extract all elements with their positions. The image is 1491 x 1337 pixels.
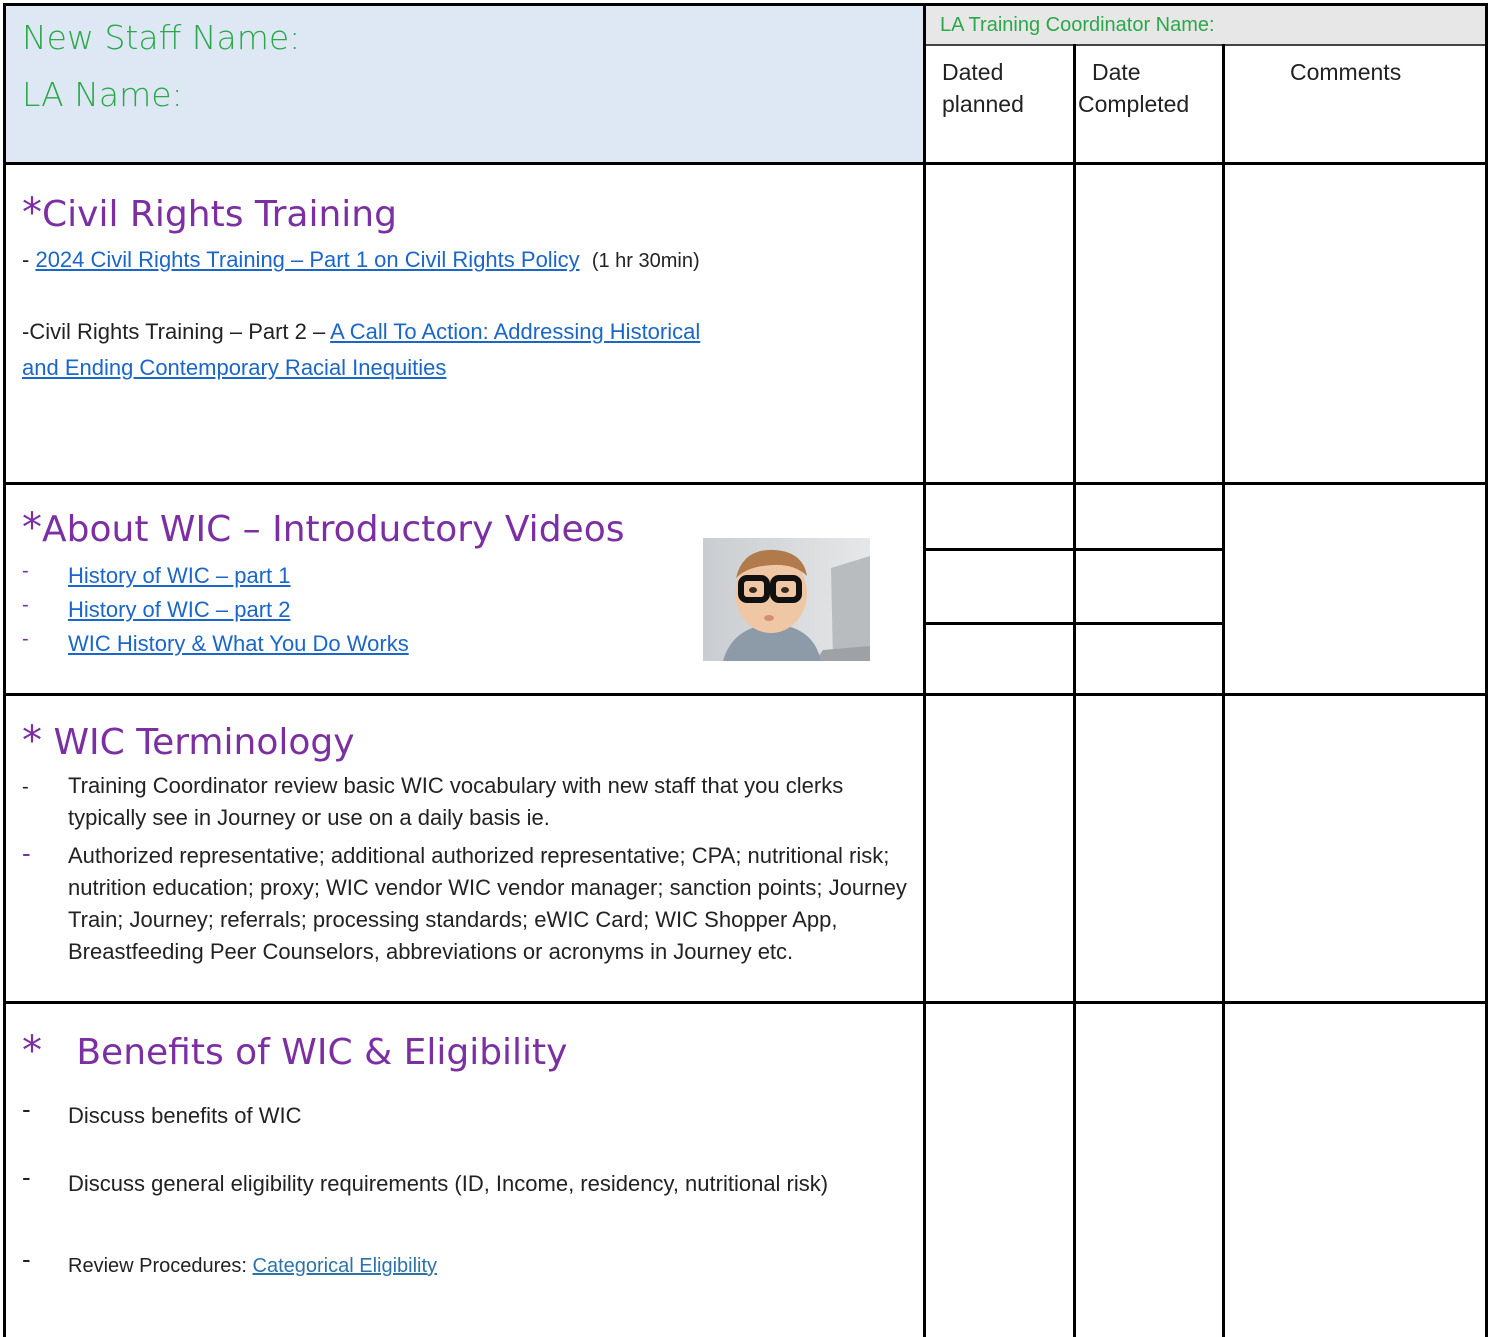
about-wic-title: *About WIC – Introductory Videos [22, 505, 625, 551]
dash-marker: - [22, 1162, 31, 1192]
wic-history-works-link[interactable]: WIC History & What You Do Works [68, 631, 409, 656]
about-wic-link-3-row: WIC History & What You Do Works [68, 628, 409, 660]
benefits-item-3: Review Procedures: Categorical Eligibili… [68, 1255, 438, 1277]
dash-marker: - [22, 1244, 31, 1274]
about-wic-link-1-row: History of WIC – part 1 [68, 560, 291, 592]
col-header-dated: Dated [942, 59, 1004, 85]
dash-marker: - [22, 628, 29, 650]
civil-rights-part2-link-cont[interactable]: and Ending Contemporary Racial Inequitie… [22, 355, 446, 380]
terminology-item-2: Authorized representative; additional au… [68, 843, 907, 964]
civil-rights-part2-link[interactable]: A Call To Action: Addressing Historical [330, 319, 700, 344]
dash-marker: - [22, 838, 31, 868]
dash-marker: - [22, 776, 29, 798]
terminology-item-1: Training Coordinator review basic WIC vo… [68, 773, 844, 830]
about-wic-link-2-row: History of WIC – part 2 [68, 594, 291, 626]
la-name-label: LA Name: [22, 75, 183, 114]
coordinator-name-label: LA Training Coordinator Name: [940, 14, 1215, 36]
new-staff-name-label: New Staff Name: [22, 18, 301, 57]
history-of-wic-part2-link[interactable]: History of WIC – part 2 [68, 597, 291, 622]
civil-rights-part1-link[interactable]: 2024 Civil Rights Training – Part 1 on C… [35, 247, 579, 272]
civil-rights-item-1: - 2024 Civil Rights Training – Part 1 on… [22, 247, 700, 272]
civil-rights-title: *Civil Rights Training [22, 190, 397, 236]
col-header-planned: planned [942, 91, 1024, 117]
civil-rights-item-2: -Civil Rights Training – Part 2 – A Call… [22, 319, 701, 344]
dash-marker: - [22, 1094, 31, 1124]
col-header-completed: Completed [1078, 91, 1190, 117]
col-header-comments: Comments [1290, 59, 1402, 85]
col-header-date: Date [1092, 59, 1141, 85]
dash-marker: - [22, 560, 29, 582]
benefits-item-1: Discuss benefits of WIC [68, 1103, 302, 1128]
civil-rights-item-2-cont: and Ending Contemporary Racial Inequitie… [22, 352, 446, 384]
terminology-title: * WIC Terminology [22, 718, 355, 764]
categorical-eligibility-link[interactable]: Categorical Eligibility [253, 1255, 438, 1277]
benefits-item-2: Discuss general eligibility requirements… [68, 1171, 829, 1196]
dash-marker: - [22, 594, 29, 616]
child-with-glasses-image [703, 538, 870, 661]
history-of-wic-part1-link[interactable]: History of WIC – part 1 [68, 563, 291, 588]
benefits-title: * Benefits of WIC & Eligibility [22, 1028, 568, 1074]
